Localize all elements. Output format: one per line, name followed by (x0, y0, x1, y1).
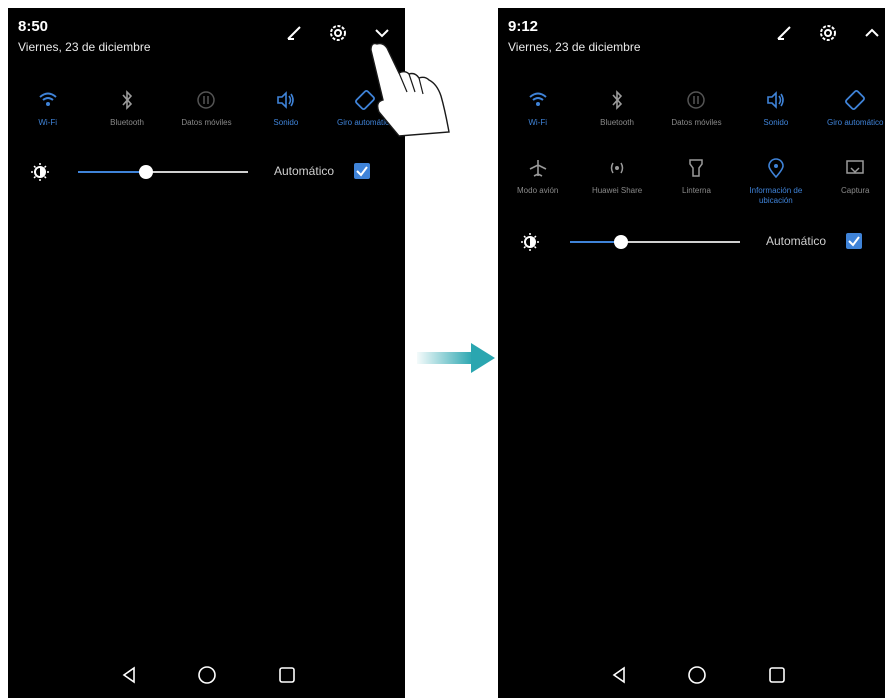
brightness-thumb[interactable] (139, 165, 153, 179)
brightness-slider[interactable] (570, 235, 740, 249)
toggle-label: Captura (841, 186, 870, 195)
sound-icon (274, 88, 298, 112)
edit-icon[interactable] (773, 22, 795, 44)
bluetooth-icon (115, 88, 139, 112)
toggle-screenshot[interactable]: Captura (816, 156, 885, 206)
auto-brightness-checkbox[interactable] (354, 163, 370, 179)
phone-screen-before: 8:50 Viernes, 23 de diciembre Wi-Fi Blue… (8, 8, 405, 698)
phone-screen-after: 9:12 Viernes, 23 de diciembre Wi-Fi Blue… (498, 8, 885, 698)
toggle-label: Sonido (763, 118, 789, 127)
pointing-hand-illustration (370, 42, 450, 137)
wifi-icon (526, 88, 550, 112)
toggle-sound[interactable]: Sonido (246, 88, 325, 128)
brightness-fill (78, 171, 146, 173)
chevron-up-icon[interactable] (861, 22, 883, 44)
share-icon (605, 156, 629, 180)
brightness-row: Automático (498, 230, 885, 254)
toggle-label: Bluetooth (600, 118, 634, 127)
date-label: Viernes, 23 de diciembre (18, 40, 151, 54)
navigation-bar (8, 650, 405, 698)
toggle-sound[interactable]: Sonido (736, 88, 815, 128)
toggle-label: Wi-Fi (528, 118, 548, 127)
airplane-icon (526, 156, 550, 180)
brightness-icon (520, 232, 540, 252)
navigation-bar (498, 650, 885, 698)
toggle-label: Sonido (273, 118, 299, 127)
back-icon[interactable] (608, 664, 630, 686)
toggle-mobile-data[interactable]: Datos móviles (657, 88, 736, 128)
toggle-mobile-data[interactable]: Datos móviles (167, 88, 246, 128)
clock: 8:50 (18, 18, 49, 35)
brightness-row: Automático (8, 160, 405, 184)
flashlight-icon (684, 156, 708, 180)
bluetooth-icon (605, 88, 629, 112)
quick-settings-row: Wi-Fi Bluetooth Datos móviles Sonido Gir… (498, 88, 885, 128)
toggle-label: Datos móviles (181, 118, 232, 127)
toggle-location[interactable]: Información de ubicación (736, 156, 815, 206)
settings-icon[interactable] (817, 22, 839, 44)
mobile-data-icon (194, 88, 218, 112)
recents-icon[interactable] (276, 664, 298, 686)
toggle-label: Modo avión (517, 186, 559, 195)
toggle-flashlight[interactable]: Linterna (657, 156, 736, 206)
toggle-label: Giro automático (827, 118, 884, 127)
transition-arrow (417, 343, 495, 373)
toggle-label: Bluetooth (110, 118, 144, 127)
toggle-auto-rotate[interactable]: Giro automático (816, 88, 885, 128)
auto-rotate-icon (843, 88, 867, 112)
toggle-label: Wi-Fi (38, 118, 58, 127)
back-icon[interactable] (118, 664, 140, 686)
home-icon[interactable] (686, 664, 708, 686)
sound-icon (764, 88, 788, 112)
toggle-wifi[interactable]: Wi-Fi (498, 88, 577, 128)
brightness-icon (30, 162, 50, 182)
home-icon[interactable] (196, 664, 218, 686)
screenshot-icon (843, 156, 867, 180)
quick-settings-row: Modo avión Huawei Share Linterna Informa… (498, 156, 885, 206)
brightness-thumb[interactable] (614, 235, 628, 249)
toggle-bluetooth[interactable]: Bluetooth (87, 88, 166, 128)
clock: 9:12 (508, 18, 539, 35)
auto-brightness-label: Automático (274, 164, 335, 178)
settings-icon[interactable] (327, 22, 349, 44)
notification-header: 9:12 Viernes, 23 de diciembre (498, 8, 885, 70)
recents-icon[interactable] (766, 664, 788, 686)
toggle-huawei-share[interactable]: Huawei Share (577, 156, 656, 206)
date-label: Viernes, 23 de diciembre (508, 40, 641, 54)
brightness-slider[interactable] (78, 165, 248, 179)
toggle-label: Información de ubicación (749, 186, 803, 205)
toggle-bluetooth[interactable]: Bluetooth (577, 88, 656, 128)
quick-settings-row: Wi-Fi Bluetooth Datos móviles Sonido Gir… (8, 88, 405, 128)
toggle-label: Linterna (682, 186, 711, 195)
wifi-icon (36, 88, 60, 112)
location-icon (764, 156, 788, 180)
auto-brightness-checkbox[interactable] (846, 233, 862, 249)
edit-icon[interactable] (283, 22, 305, 44)
toggle-label: Huawei Share (591, 186, 643, 195)
toggle-wifi[interactable]: Wi-Fi (8, 88, 87, 128)
toggle-label: Datos móviles (671, 118, 722, 127)
notification-header: 8:50 Viernes, 23 de diciembre (8, 8, 405, 70)
mobile-data-icon (684, 88, 708, 112)
toggle-airplane-mode[interactable]: Modo avión (498, 156, 577, 206)
auto-brightness-label: Automático (766, 234, 827, 248)
